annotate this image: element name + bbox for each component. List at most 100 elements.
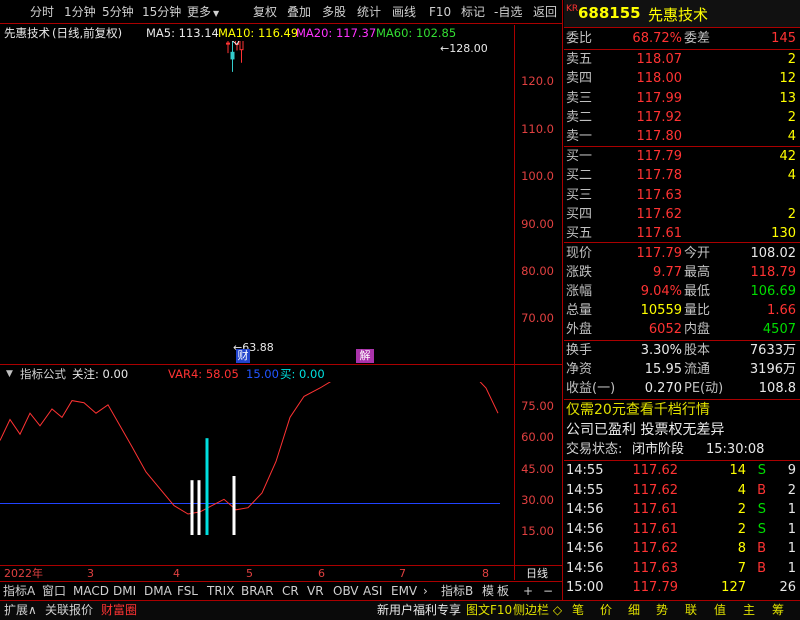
date-month: 8: [482, 567, 489, 580]
bid-row[interactable]: 买二 117.78 4: [564, 166, 800, 186]
stat-label: 内盘: [684, 322, 711, 337]
event-badge-finance[interactable]: 财: [236, 349, 250, 363]
wealth-circle-tab[interactable]: 财富圈: [101, 601, 137, 619]
btn-f10[interactable]: F10: [429, 0, 451, 24]
side-tab[interactable]: 联: [685, 601, 697, 619]
side-tab[interactable]: 主: [743, 601, 755, 619]
company-info-text: 公司已盈利 投票权无差异: [566, 422, 725, 438]
stat-row: 收益(一) 0.270 PE(动) 108.8: [564, 379, 800, 399]
tick-volume: 2: [737, 521, 746, 537]
btn-mark[interactable]: 标记: [461, 0, 485, 24]
chevron-down-icon: ▼: [213, 9, 220, 18]
btn-watchlist[interactable]: -自选: [494, 0, 522, 24]
ask-row-price: 117.92: [636, 109, 683, 125]
tab-15min[interactable]: 15分钟: [142, 0, 181, 24]
side-tab[interactable]: 势: [656, 601, 668, 619]
ind-tab-board[interactable]: 板: [497, 583, 509, 599]
ind-tab[interactable]: DMI: [113, 583, 136, 599]
ind-tab-template[interactable]: 模: [482, 583, 494, 599]
minus-icon[interactable]: −: [543, 583, 553, 599]
triangle-down-icon[interactable]: ▼: [6, 366, 13, 382]
bottom-bar: 扩展∧ 关联报价 财富圈 新用户福利专享 图文F10 侧边栏 ◇ 笔 价 细 势…: [0, 600, 800, 620]
ask-row-price: 118.00: [636, 71, 683, 87]
bid-row[interactable]: 买一 117.79 42: [564, 147, 800, 167]
price-chart[interactable]: [0, 41, 514, 361]
ind-tab[interactable]: EMV: [391, 583, 417, 599]
price-tick: 110.0: [521, 122, 554, 136]
side-tab[interactable]: 价: [600, 601, 612, 619]
plus-icon[interactable]: +: [523, 583, 533, 599]
ind-tab-b[interactable]: 指标B: [441, 583, 473, 599]
ind-tab[interactable]: CR: [282, 583, 299, 599]
chevron-right-icon[interactable]: ›: [423, 583, 428, 599]
tab-5min[interactable]: 5分钟: [102, 0, 134, 24]
ind-tab[interactable]: TRIX: [207, 583, 234, 599]
tab-more[interactable]: 更多 ▼: [187, 0, 219, 24]
ind-tab[interactable]: VR: [307, 583, 324, 599]
side-tab[interactable]: 笔: [572, 601, 584, 619]
ask-row[interactable]: 卖二 117.92 2: [564, 108, 800, 128]
ind-tab[interactable]: ASI: [363, 583, 382, 599]
ask-row-label: 卖一: [566, 129, 593, 145]
indicator-var4: VAR4: 58.05: [168, 367, 239, 381]
indicator-name[interactable]: 指标公式: [20, 366, 66, 382]
stat-row: 现价 117.79 今开 108.02: [564, 244, 800, 264]
ind-tab[interactable]: OBV: [333, 583, 359, 599]
side-tab[interactable]: 细: [628, 601, 640, 619]
weibi-row: 委比 68.72% 委差 145: [564, 29, 800, 49]
ask-row[interactable]: 卖五 118.07 2: [564, 50, 800, 70]
stat-value: 3196万: [749, 362, 796, 377]
sidebar-toggle[interactable]: 侧边栏 ◇: [513, 601, 562, 619]
new-user-promo[interactable]: 新用户福利专享: [377, 601, 461, 619]
ind-tab[interactable]: DMA: [144, 583, 172, 599]
stat-label: PE(动): [684, 381, 724, 396]
bid-row[interactable]: 买三 117.63: [564, 186, 800, 206]
stat-value: 108.8: [758, 381, 796, 396]
tick-volume: 2: [737, 502, 746, 517]
ind-tab[interactable]: BRAR: [241, 583, 274, 599]
btn-draw[interactable]: 画线: [392, 0, 416, 24]
btn-overlay[interactable]: 叠加: [287, 0, 311, 24]
tab-1min[interactable]: 1分钟: [64, 0, 96, 24]
ind-tab[interactable]: MACD: [73, 583, 109, 599]
btn-stats[interactable]: 统计: [357, 0, 381, 24]
tick-time: 14:55: [566, 482, 604, 498]
side-tab[interactable]: 值: [714, 601, 726, 619]
stat-row: 总量 10559 量比 1.66: [564, 301, 800, 321]
tick-price: 117.79: [632, 580, 679, 595]
ask-row[interactable]: 卖一 117.80 4: [564, 127, 800, 147]
date-year: 2022年: [4, 567, 43, 580]
tick-count: 1: [787, 541, 796, 556]
stat-value: 108.02: [750, 246, 797, 261]
stat-label: 换手: [566, 343, 593, 358]
side-tab[interactable]: 筹: [772, 601, 784, 619]
ind-tab[interactable]: FSL: [177, 583, 198, 599]
date-month: 3: [87, 567, 94, 580]
ma5-line: [232, 41, 240, 46]
stat-value: 117.79: [636, 246, 683, 261]
ask-row[interactable]: 卖四 118.00 12: [564, 69, 800, 89]
promo-banner[interactable]: 仅需20元查看千档行情: [564, 400, 800, 420]
btn-multi[interactable]: 多股: [322, 0, 346, 24]
tab-fenshi[interactable]: 分时: [30, 0, 54, 24]
indicator-chart[interactable]: [0, 382, 514, 562]
ind-tab[interactable]: 窗口: [42, 583, 66, 599]
btn-fuquan[interactable]: 复权: [253, 0, 277, 24]
related-quotes-tab[interactable]: 关联报价: [45, 601, 93, 619]
ask-row[interactable]: 卖三 117.99 13: [564, 89, 800, 109]
f10-tab[interactable]: 图文F10: [466, 601, 512, 619]
btn-back[interactable]: 返回: [533, 0, 557, 24]
stat-label: 外盘: [566, 322, 593, 337]
period-label[interactable]: 日线: [526, 566, 548, 581]
bid-row[interactable]: 买四 117.62 2: [564, 205, 800, 225]
ind-tab[interactable]: 指标A: [3, 583, 35, 599]
stat-row: 外盘 6052 内盘 4507: [564, 320, 800, 340]
date-month: 7: [399, 567, 406, 580]
expand-button[interactable]: 扩展∧: [4, 601, 37, 619]
ma10-value: MA10: 116.49: [218, 26, 299, 40]
signal-bar: [190, 480, 194, 535]
bid-row-label: 买三: [566, 187, 593, 203]
bid-row-price: 117.79: [636, 149, 683, 164]
promo-text: 仅需20元查看千档行情: [566, 402, 710, 418]
event-badge-unlock[interactable]: 解: [356, 349, 374, 363]
